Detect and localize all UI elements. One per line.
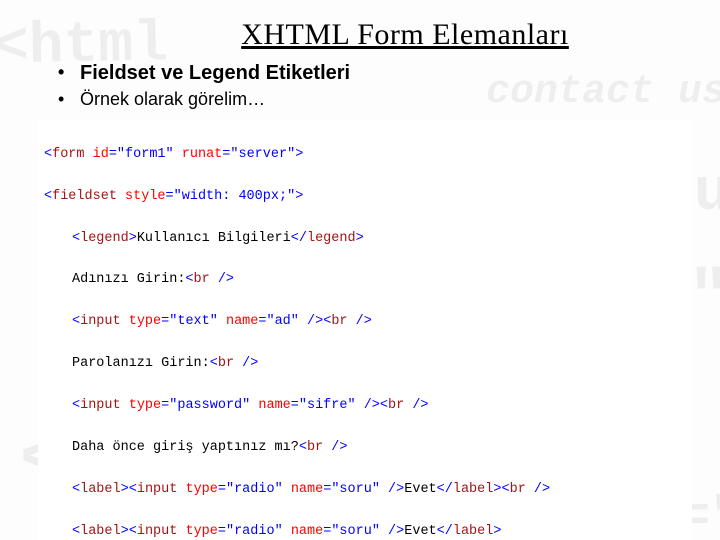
- slide-content: XHTML Form Elemanları Fieldset ve Legend…: [0, 0, 720, 540]
- bullet-1: Fieldset ve Legend Etiketleri: [52, 62, 692, 85]
- code-line-4: Adınızı Girin:<br />: [44, 270, 692, 291]
- code-line-6: Parolanızı Girin:<br />: [44, 354, 692, 375]
- code-line-1: <form id="form1" runat="server">: [44, 145, 692, 166]
- code-line-3: <legend>Kullanıcı Bilgileri</legend>: [44, 229, 692, 250]
- bullet-list: Fieldset ve Legend Etiketleri Örnek olar…: [52, 62, 692, 110]
- bullet-2: Örnek olarak görelim…: [52, 89, 692, 110]
- code-line-8: Daha önce giriş yaptınız mı?<br />: [44, 438, 692, 459]
- code-line-2: <fieldset style="width: 400px;">: [44, 187, 692, 208]
- code-line-7: <input type="password" name="sifre" /><b…: [44, 396, 692, 417]
- code-line-9: <label><input type="radio" name="soru" /…: [44, 480, 692, 501]
- code-line-10: <label><input type="radio" name="soru" /…: [44, 522, 692, 540]
- code-line-5: <input type="text" name="ad" /><br />: [44, 312, 692, 333]
- code-block: <form id="form1" runat="server"> <fields…: [38, 120, 692, 540]
- page-title: XHTML Form Elemanları: [118, 18, 692, 52]
